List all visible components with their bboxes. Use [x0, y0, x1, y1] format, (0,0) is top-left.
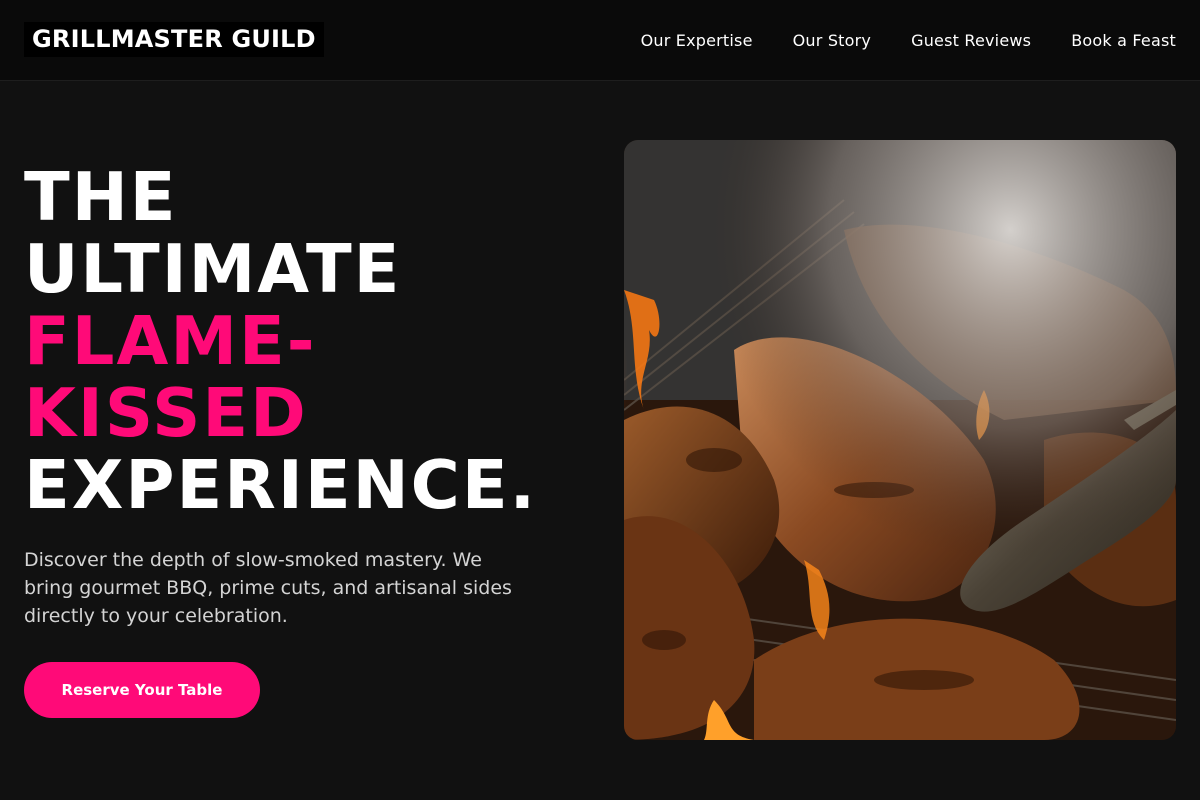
nav-link-our-story[interactable]: Our Story [793, 31, 871, 50]
headline-line-3-accent: FLAME- [24, 302, 317, 380]
smoke-overlay [624, 140, 1176, 740]
hero-description: Discover the depth of slow-smoked master… [24, 549, 512, 627]
bbq-grill-illustration [624, 140, 1176, 740]
nav-link-guest-reviews[interactable]: Guest Reviews [911, 31, 1031, 50]
headline-line-2: ULTIMATE [24, 230, 402, 308]
main-nav: Our Expertise Our Story Guest Reviews Bo… [641, 0, 1176, 80]
nav-link-book-a-feast[interactable]: Book a Feast [1071, 31, 1176, 50]
headline-line-4-accent: KISSED [24, 374, 308, 452]
hero-bbq-photo [624, 140, 1176, 740]
hero-headline: THE ULTIMATE FLAME- KISSED EXPERIENCE. [24, 161, 604, 521]
headline-line-5: EXPERIENCE. [24, 446, 538, 524]
nav-link-our-expertise[interactable]: Our Expertise [641, 31, 753, 50]
brand-logo[interactable]: GRILLMASTER GUILD [24, 22, 324, 57]
headline-line-1: THE [24, 158, 178, 236]
hero-section: THE ULTIMATE FLAME- KISSED EXPERIENCE. D… [0, 81, 1200, 800]
site-header: GRILLMASTER GUILD Our Expertise Our Stor… [0, 0, 1200, 81]
reserve-table-button[interactable]: Reserve Your Table [24, 662, 260, 718]
